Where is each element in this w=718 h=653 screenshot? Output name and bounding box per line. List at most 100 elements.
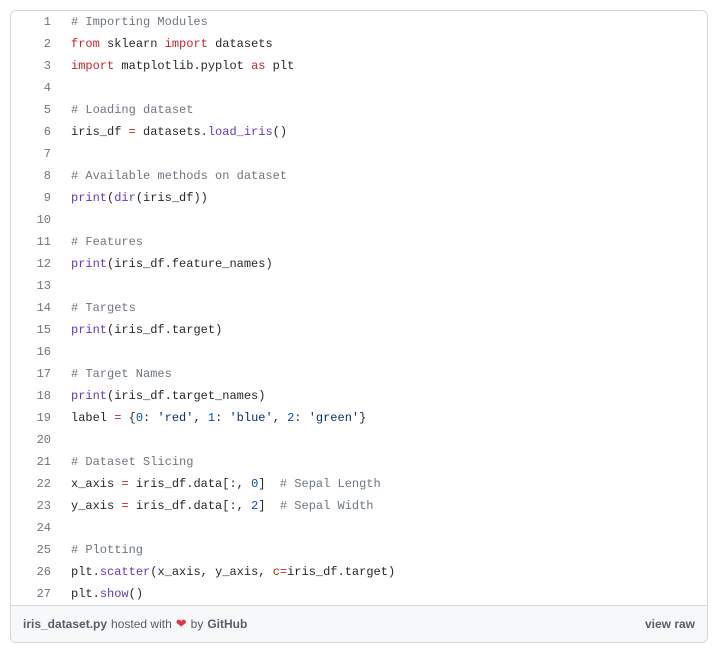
line-number[interactable]: 1: [11, 11, 61, 33]
line-content: print(iris_df.target): [61, 319, 222, 341]
token-pl-s1: x_axis: [71, 477, 114, 491]
code-line: 1 # Importing Modules: [11, 11, 707, 33]
code-line: 5 # Loading dataset: [11, 99, 707, 121]
token-pl-c: # Loading dataset: [71, 103, 193, 117]
code-line: 22x_axis = iris_df.data[:, 0] # Sepal Le…: [11, 473, 707, 495]
line-content: [61, 429, 71, 451]
token-pl-s1: iris_df: [71, 125, 121, 139]
token-pl-s1: iris_df: [136, 499, 186, 513]
line-content: # Loading dataset: [61, 99, 193, 121]
line-number[interactable]: 7: [11, 143, 61, 165]
line-number[interactable]: 11: [11, 231, 61, 253]
code-line: 8# Available methods on dataset: [11, 165, 707, 187]
token-pl-en: load_iris: [208, 125, 273, 139]
line-number[interactable]: 27: [11, 583, 61, 605]
token: [157, 37, 164, 51]
line-number[interactable]: 15: [11, 319, 61, 341]
token-pl-s1: datasets: [143, 125, 201, 139]
hosted-with-text: hosted with: [111, 617, 172, 631]
token-pl-c: # Targets: [71, 301, 136, 315]
token: ): [265, 257, 272, 271]
line-number[interactable]: 23: [11, 495, 61, 517]
filename-link[interactable]: iris_dataset.py: [23, 617, 107, 631]
line-number[interactable]: 3: [11, 55, 61, 77]
line-number[interactable]: 6: [11, 121, 61, 143]
line-content: # Dataset Slicing: [61, 451, 193, 473]
token-pl-en: scatter: [100, 565, 150, 579]
token-pl-en: print: [71, 389, 107, 403]
line-content: print(dir(iris_df)): [61, 187, 208, 209]
token-pl-s1: y_axis: [71, 499, 114, 513]
line-number[interactable]: 14: [11, 297, 61, 319]
line-number[interactable]: 8: [11, 165, 61, 187]
token: [244, 59, 251, 73]
github-link[interactable]: GitHub: [207, 617, 247, 631]
line-number[interactable]: 13: [11, 275, 61, 297]
token: .: [93, 587, 100, 601]
line-number[interactable]: 19: [11, 407, 61, 429]
view-raw-link[interactable]: view raw: [645, 617, 695, 631]
token-pl-s1: iris_df: [287, 565, 337, 579]
token-pl-c: # Features: [71, 235, 143, 249]
token: }: [359, 411, 366, 425]
line-number[interactable]: 18: [11, 385, 61, 407]
token-pl-c: # Dataset Slicing: [71, 455, 193, 469]
line-number[interactable]: 22: [11, 473, 61, 495]
meta-left: iris_dataset.py hosted with ❤ by GitHub: [23, 616, 247, 632]
token-pl-c: # Importing Modules: [71, 15, 208, 29]
token: .: [201, 125, 208, 139]
code-line: 6iris_df = datasets.load_iris(): [11, 121, 707, 143]
code-line: 20: [11, 429, 707, 451]
token: ): [388, 565, 395, 579]
line-content: [61, 341, 71, 363]
token: [100, 37, 107, 51]
token: ,: [193, 411, 207, 425]
token-pl-k: =: [280, 565, 287, 579]
token-pl-k: as: [251, 59, 265, 73]
token-pl-k: =: [121, 477, 128, 491]
line-number[interactable]: 9: [11, 187, 61, 209]
token-pl-c: # Sepal Width: [280, 499, 374, 513]
line-number[interactable]: 26: [11, 561, 61, 583]
code-line: 10: [11, 209, 707, 231]
line-number[interactable]: 24: [11, 517, 61, 539]
token-pl-s1: iris_df: [114, 257, 164, 271]
line-content: print(iris_df.feature_names): [61, 253, 273, 275]
token-pl-c1: 1: [208, 411, 215, 425]
token: ,: [201, 565, 215, 579]
code-line: 15print(iris_df.target): [11, 319, 707, 341]
line-number[interactable]: 21: [11, 451, 61, 473]
line-number[interactable]: 25: [11, 539, 61, 561]
token: .: [165, 323, 172, 337]
token-pl-s1: data: [193, 499, 222, 513]
line-number[interactable]: 20: [11, 429, 61, 451]
line-number[interactable]: 12: [11, 253, 61, 275]
line-content: [61, 517, 71, 539]
token: [129, 477, 136, 491]
token-pl-c: # Plotting: [71, 543, 143, 557]
token: ,: [273, 411, 287, 425]
line-number[interactable]: 2: [11, 33, 61, 55]
token-pl-en: print: [71, 257, 107, 271]
token-pl-s1: iris_df: [114, 389, 164, 403]
token: {: [121, 411, 135, 425]
code-line: 14 # Targets: [11, 297, 707, 319]
line-number[interactable]: 16: [11, 341, 61, 363]
code-line: 4: [11, 77, 707, 99]
token: :: [215, 411, 229, 425]
code-line: 19label = {0: 'red', 1: 'blue', 2: 'gree…: [11, 407, 707, 429]
code-line: 18print(iris_df.target_names): [11, 385, 707, 407]
token-pl-s1: iris_df: [136, 477, 186, 491]
line-content: x_axis = iris_df.data[:, 0] # Sepal Leng…: [61, 473, 381, 495]
line-number[interactable]: 10: [11, 209, 61, 231]
token-pl-en: print: [71, 323, 107, 337]
code-line: 23y_axis = iris_df.data[:, 2] # Sepal Wi…: [11, 495, 707, 517]
line-number[interactable]: 4: [11, 77, 61, 99]
line-content: print(iris_df.target_names): [61, 385, 265, 407]
token-pl-s1: iris_df: [114, 323, 164, 337]
line-number[interactable]: 17: [11, 363, 61, 385]
line-number[interactable]: 5: [11, 99, 61, 121]
token: (: [136, 191, 143, 205]
token-pl-k: =: [129, 125, 136, 139]
token-pl-s: 'green': [309, 411, 359, 425]
